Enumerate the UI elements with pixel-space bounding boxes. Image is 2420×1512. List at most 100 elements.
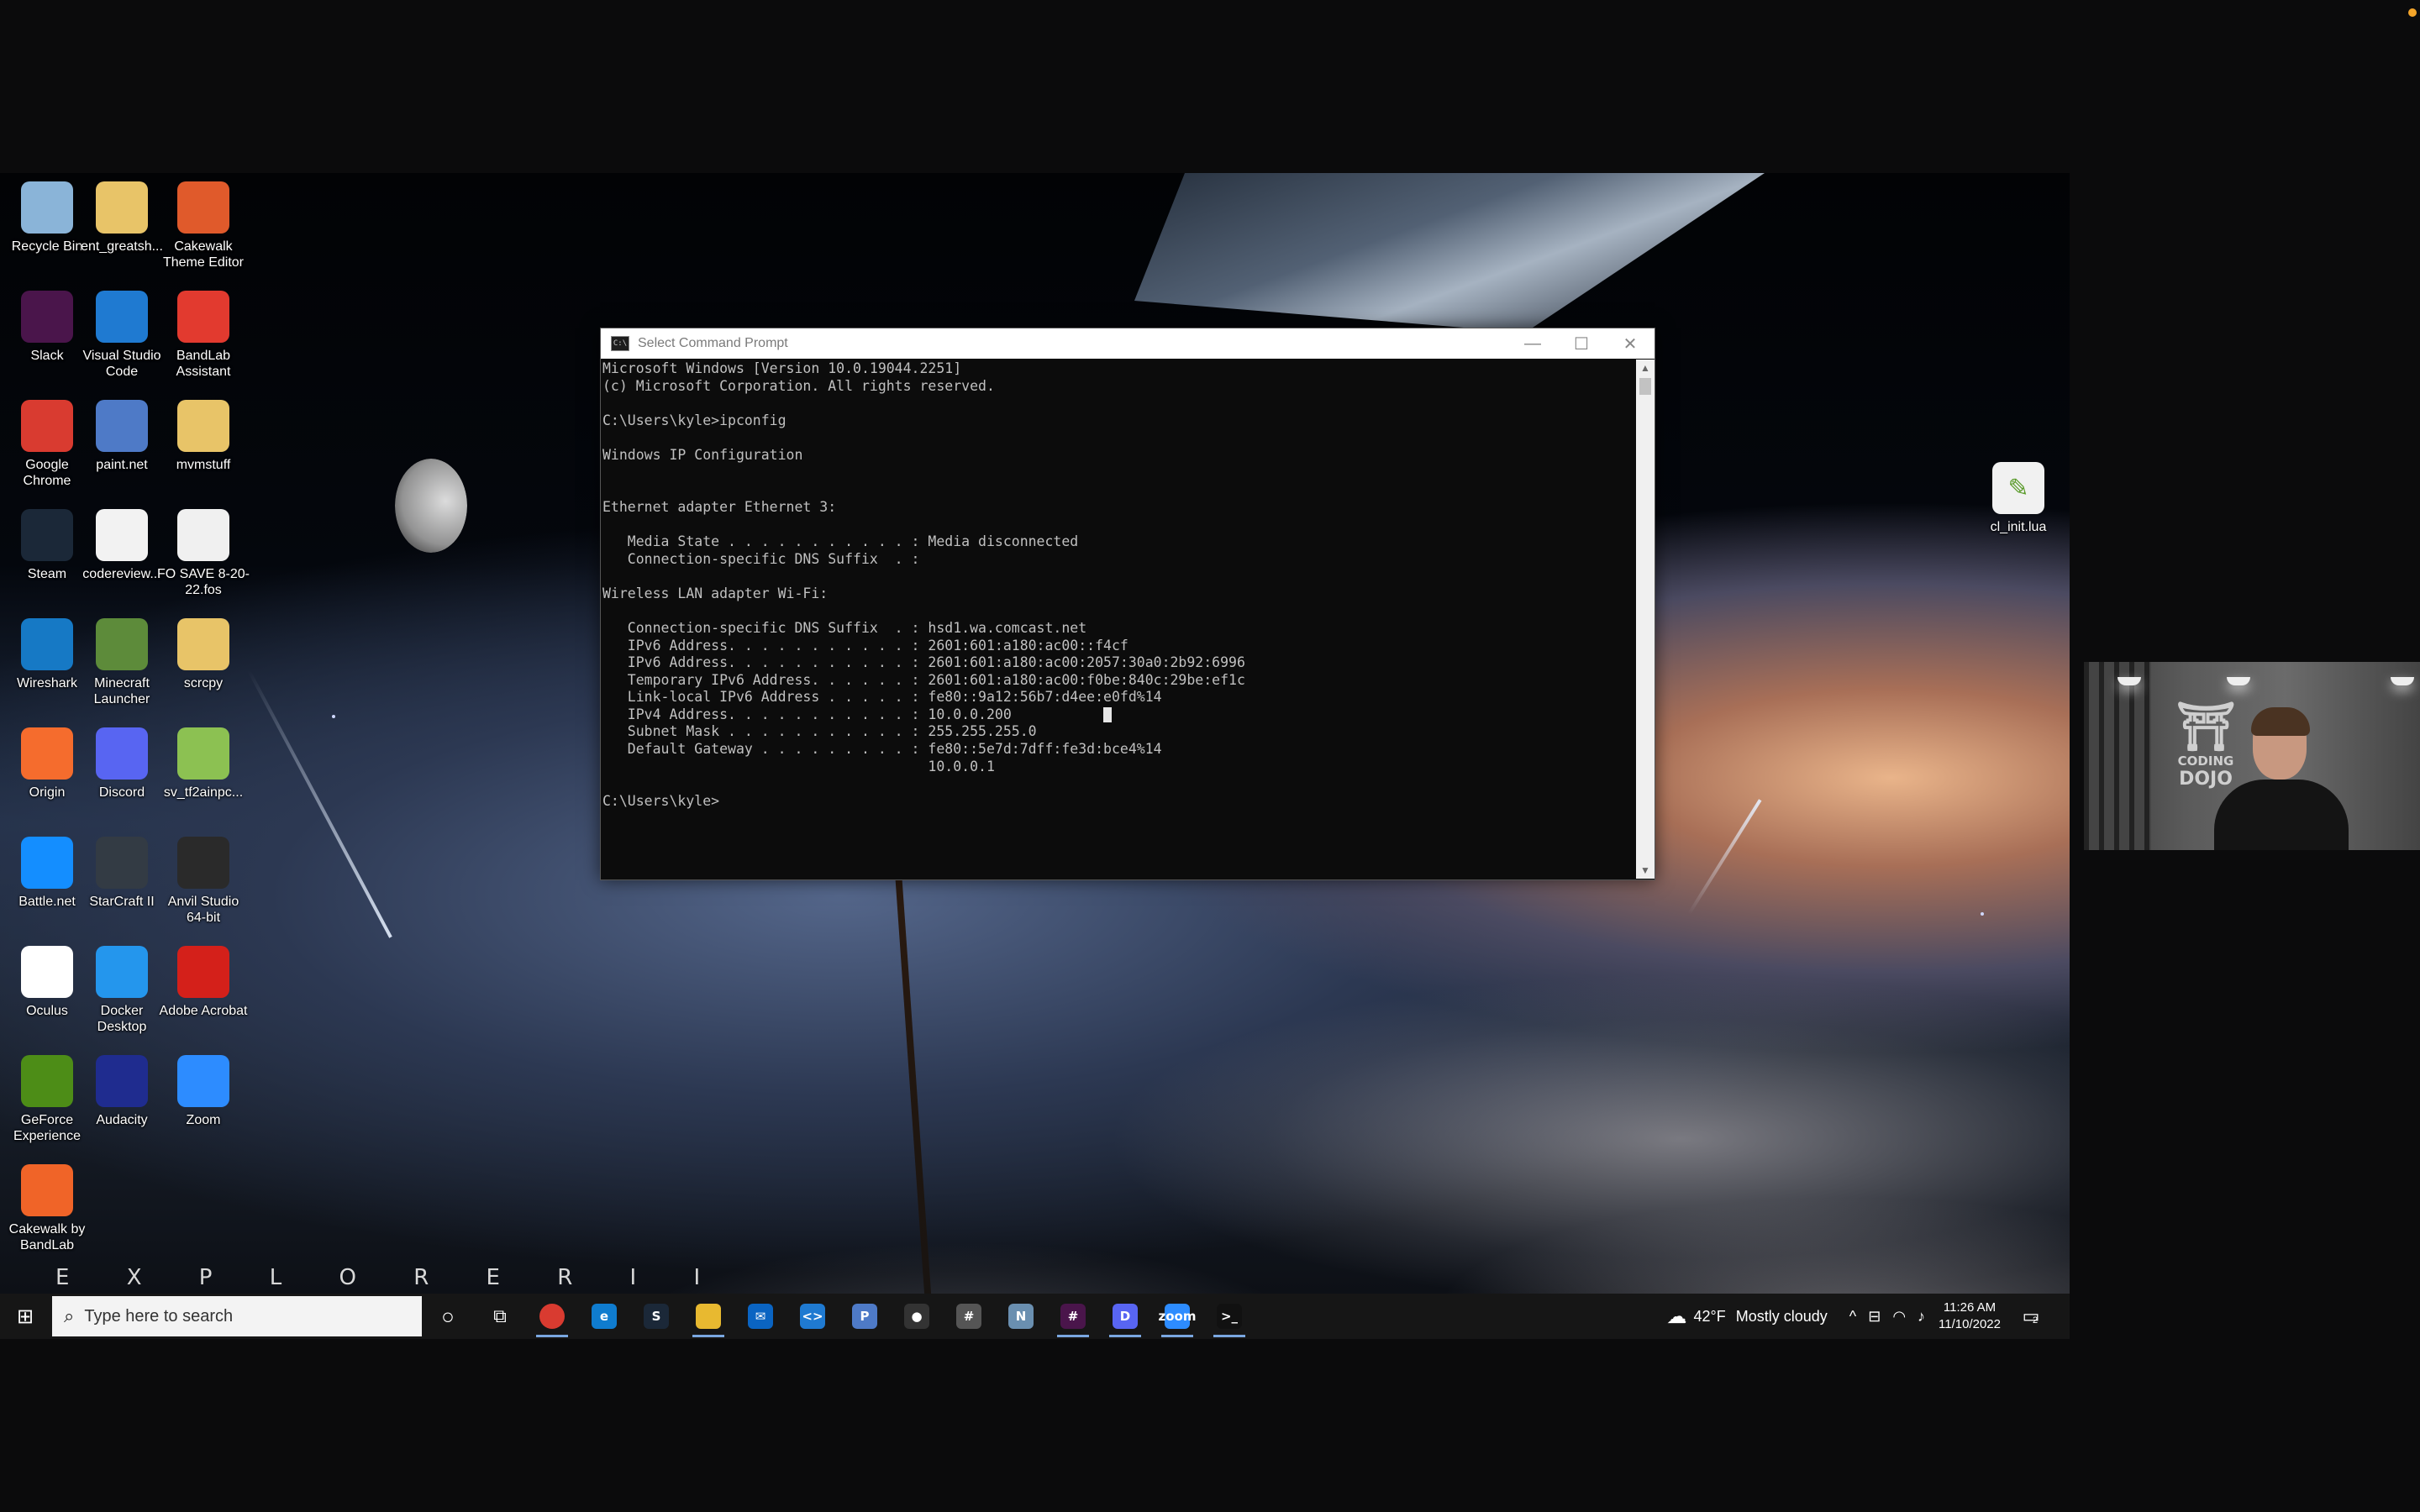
taskbar-app-mail[interactable]: ✉: [734, 1294, 786, 1339]
steam-icon: S: [644, 1304, 669, 1329]
geforce-icon: [21, 1055, 73, 1107]
webcam-wall: [2084, 662, 2151, 850]
window-titlebar[interactable]: C:\ Select Command Prompt — ☐ ✕: [601, 328, 1655, 359]
recording-indicator: [2408, 8, 2417, 17]
wireshark-icon: [21, 618, 73, 670]
taskbar-app-slack[interactable]: #: [1047, 1294, 1099, 1339]
close-button[interactable]: ✕: [1606, 328, 1655, 359]
taskbar-app-zoom[interactable]: zoom: [1151, 1294, 1203, 1339]
desktop-icon-label: Cakewalk Theme Editor: [162, 239, 245, 270]
desktop-icon[interactable]: sv_tf2ainpc...: [156, 727, 250, 801]
desktop-icon[interactable]: scrcpy: [156, 618, 250, 691]
network-drive-icon[interactable]: ⊟: [1868, 1308, 1881, 1326]
taskbar-app-calculator[interactable]: #: [943, 1294, 995, 1339]
desktop-icon-label: ent_greatsh...: [81, 239, 163, 254]
taskbar-app-file-explorer[interactable]: [682, 1294, 734, 1339]
desktop-icon[interactable]: mvmstuff: [156, 400, 250, 473]
chrome-icon: [21, 400, 73, 452]
desktop-icon-label: Cakewalk by BandLab: [8, 1222, 86, 1252]
desktop-icon[interactable]: paint.net: [75, 400, 169, 473]
lua-file-icon: ✎: [1992, 462, 2044, 514]
scroll-up-arrow-icon[interactable]: ▲: [1636, 360, 1655, 376]
minimize-button[interactable]: —: [1508, 328, 1557, 359]
maximize-button[interactable]: ☐: [1557, 328, 1606, 359]
taskbar-app-notepad[interactable]: N: [995, 1294, 1047, 1339]
desktop-icon-label: paint.net: [96, 458, 148, 472]
desktop-icon-label: sv_tf2ainpc...: [163, 785, 244, 800]
presenter: [2214, 707, 2349, 850]
fo-save-icon: [177, 509, 229, 561]
taskbar-app-paint-net[interactable]: P: [839, 1294, 891, 1339]
taskbar-app-command-prompt[interactable]: >_: [1203, 1294, 1255, 1339]
cortana-button[interactable]: ○: [422, 1294, 474, 1339]
task-view-button[interactable]: ⧉: [474, 1294, 526, 1339]
wallpaper-moon: [395, 459, 467, 553]
desktop-icon[interactable]: Zoom: [156, 1055, 250, 1128]
taskbar-app-chrome[interactable]: [526, 1294, 578, 1339]
desktop-icon[interactable]: BandLab Assistant: [156, 291, 250, 380]
desktop-icon-label: Minecraft Launcher: [93, 676, 150, 706]
zoom-icon: [177, 1055, 229, 1107]
notification-center-button[interactable]: ▭ 2: [2014, 1305, 2048, 1327]
desktop-icon[interactable]: Minecraft Launcher: [75, 618, 169, 707]
desktop-icon[interactable]: Adobe Acrobat: [156, 946, 250, 1019]
taskbar-app-vscode[interactable]: <>: [786, 1294, 839, 1339]
desktop-icon-label: scrcpy: [183, 676, 224, 690]
search-box[interactable]: ⌕ Type here to search: [52, 1296, 422, 1336]
desktop-icon-label: BandLab Assistant: [176, 349, 231, 379]
desktop-icon-cl-init-lua[interactable]: ✎ cl_init.lua: [1971, 462, 2065, 535]
desktop-icon[interactable]: codereview...: [75, 509, 169, 582]
volume-icon[interactable]: ♪: [1918, 1308, 1925, 1326]
acrobat-icon: [177, 946, 229, 998]
vertical-scrollbar[interactable]: ▲ ▼: [1636, 360, 1655, 879]
desktop-icon[interactable]: Docker Desktop: [75, 946, 169, 1035]
clock-date: 11/10/2022: [1939, 1317, 2001, 1331]
windows-logo-icon: ⊞: [16, 1305, 34, 1328]
scroll-down-arrow-icon[interactable]: ▼: [1636, 862, 1655, 879]
weather-cloud-icon[interactable]: ☁: [1667, 1305, 1687, 1329]
taskbar-app-app[interactable]: ●: [891, 1294, 943, 1339]
command-prompt-window[interactable]: C:\ Select Command Prompt — ☐ ✕ Microsof…: [600, 328, 1655, 880]
notepad-icon: N: [1008, 1304, 1034, 1329]
taskbar-app-edge[interactable]: e: [578, 1294, 630, 1339]
start-button[interactable]: ⊞: [0, 1294, 50, 1339]
desktop-icon[interactable]: FO SAVE 8-20-22.fos: [156, 509, 250, 598]
desktop-icon-label: mvmstuff: [176, 458, 231, 472]
desktop-icon[interactable]: Anvil Studio 64-bit: [156, 837, 250, 926]
taskbar-app-steam[interactable]: S: [630, 1294, 682, 1339]
desktop-icon-label: Zoom: [186, 1113, 221, 1127]
recycle-bin-icon: [21, 181, 73, 234]
wallpaper-meteor-2: [1687, 799, 1762, 916]
desktop-icon[interactable]: StarCraft II: [75, 837, 169, 910]
desktop-icon-label: Visual Studio Code: [82, 349, 161, 379]
presenter-hair: [2251, 707, 2310, 736]
scroll-thumb[interactable]: [1639, 378, 1651, 395]
desktop-icon[interactable]: ent_greatsh...: [75, 181, 169, 255]
mail-icon: ✉: [748, 1304, 773, 1329]
chevron-up-icon[interactable]: ^: [1849, 1308, 1856, 1326]
desktop-icon-label: Docker Desktop: [97, 1004, 147, 1034]
calculator-icon: #: [956, 1304, 981, 1329]
desktop-icon[interactable]: Audacity: [75, 1055, 169, 1128]
desktop-icon[interactable]: Visual Studio Code: [75, 291, 169, 380]
search-icon: ⌕: [64, 1305, 75, 1326]
wallpaper-star: [1981, 912, 1984, 916]
desktop-icon[interactable]: Cakewalk Theme Editor: [156, 181, 250, 270]
desktop-icon[interactable]: Discord: [75, 727, 169, 801]
search-placeholder: Type here to search: [84, 1306, 234, 1326]
cakewalk-icon: [21, 1164, 73, 1216]
desktop-icon[interactable]: Cakewalk by BandLab: [0, 1164, 94, 1253]
taskbar-app-discord[interactable]: D: [1099, 1294, 1151, 1339]
starcraft-icon: [96, 837, 148, 889]
clock[interactable]: 11:26 AM 11/10/2022: [1925, 1299, 2014, 1333]
wifi-icon[interactable]: ◠: [1892, 1308, 1906, 1326]
console-output[interactable]: Microsoft Windows [Version 10.0.19044.22…: [601, 359, 1655, 878]
taskbar-apps: e S ✉ <> P ● # N # Dzoom >_: [526, 1294, 1255, 1339]
weather-desc[interactable]: Mostly cloudy: [1736, 1308, 1828, 1326]
vscode-icon: [96, 291, 148, 343]
clock-time: 11:26 AM: [1943, 1300, 1996, 1315]
wallpaper-star: [332, 715, 335, 718]
text-cursor: [1103, 707, 1112, 722]
vscode-icon: <>: [800, 1304, 825, 1329]
weather-temp[interactable]: 42°F: [1694, 1308, 1726, 1326]
